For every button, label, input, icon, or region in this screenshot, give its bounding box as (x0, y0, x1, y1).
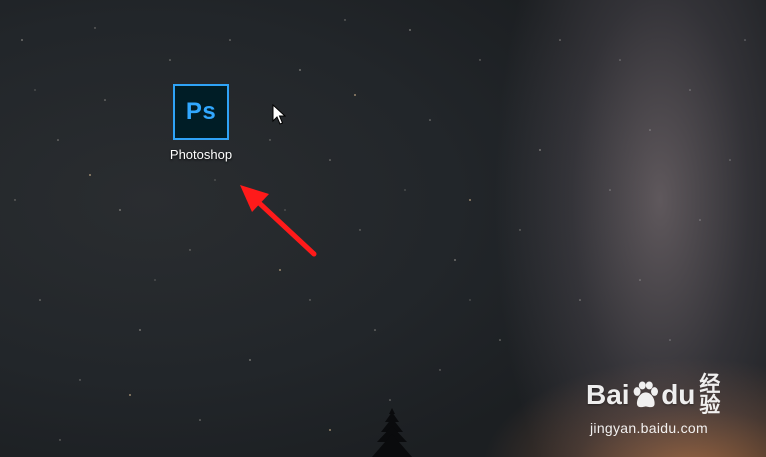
photoshop-desktop-shortcut[interactable]: Ps Photoshop (152, 80, 250, 170)
watermark-logo-row: Bai du 经验 (586, 374, 736, 416)
tree-silhouette-decoration (372, 408, 412, 457)
baidu-paw-icon (633, 381, 658, 408)
mouse-pointer-icon (272, 104, 286, 125)
red-arrow-icon (240, 185, 317, 257)
watermark-brand-left: Bai (586, 379, 630, 410)
watermark-brand-cn: 经验 (699, 372, 721, 417)
photoshop-icon-text: Ps (185, 98, 217, 125)
watermark-url: jingyan.baidu.com (590, 420, 708, 436)
desktop-wallpaper: Ps Photoshop Bai du 经验 jingyan.baidu.com (0, 0, 766, 457)
desktop-icon-label[interactable]: Photoshop (170, 147, 232, 162)
watermark-brand-right: du (661, 379, 696, 410)
baidu-jingyan-watermark: Bai du 经验 jingyan.baidu.com (586, 374, 736, 444)
photoshop-icon[interactable]: Ps (173, 84, 229, 140)
